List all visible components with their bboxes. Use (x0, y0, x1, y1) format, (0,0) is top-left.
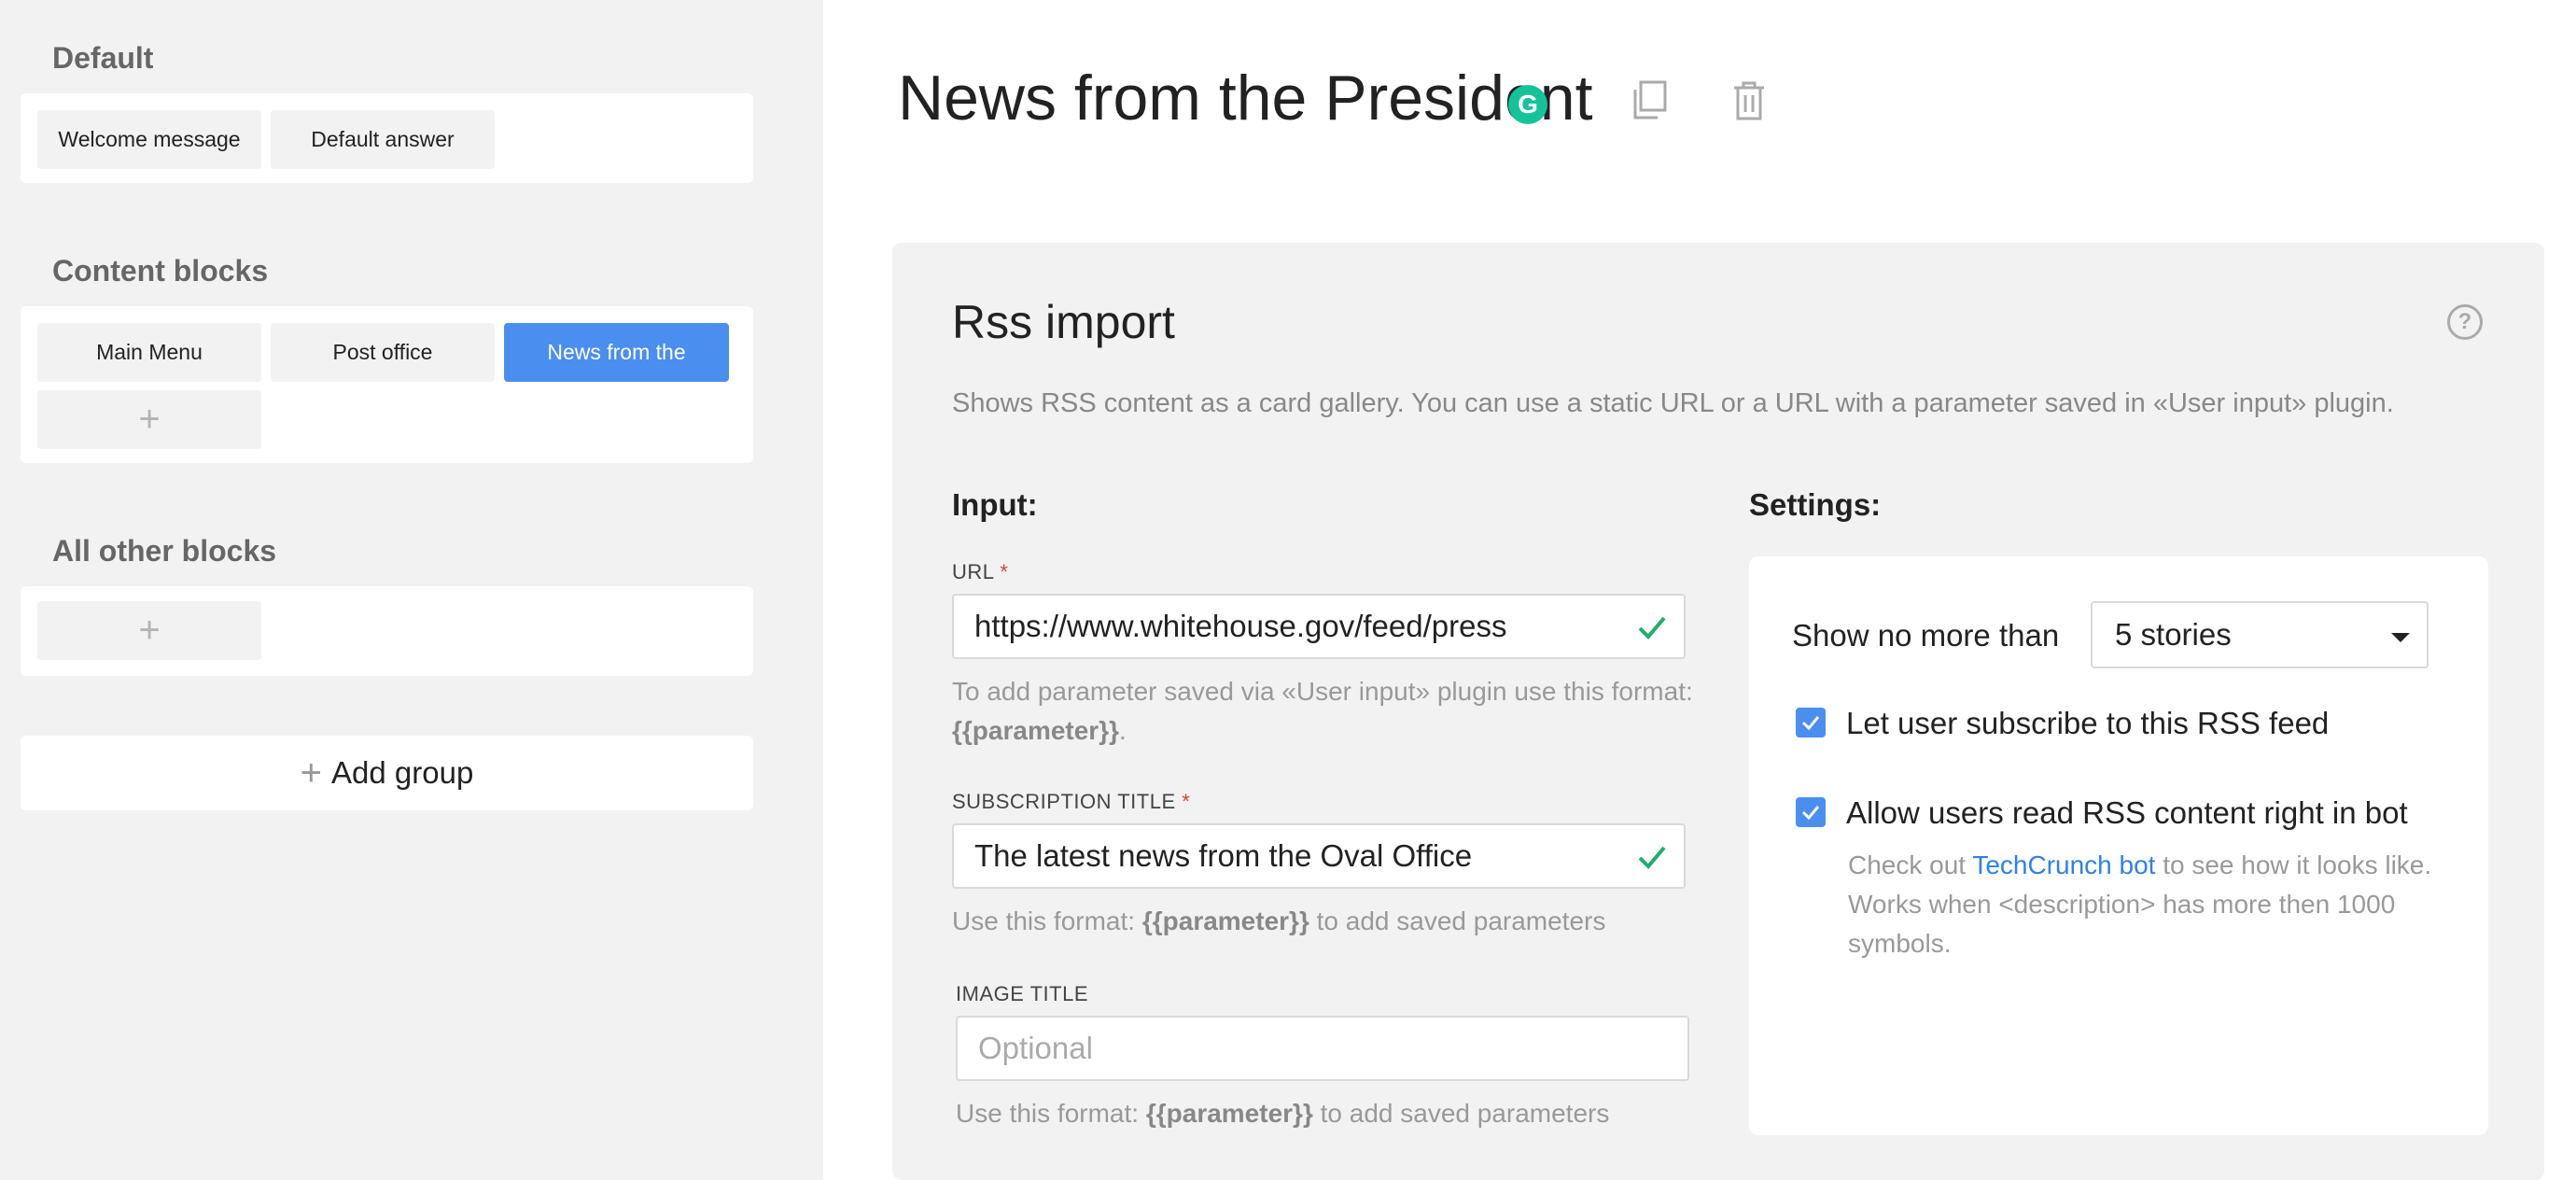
param-hint-prefix: Use this format: (952, 906, 1142, 935)
add-block-button[interactable]: + (37, 390, 261, 449)
subscribe-checkbox[interactable] (1796, 708, 1826, 738)
plus-icon: + (138, 399, 161, 440)
param-hint-suffix: to add saved parameters (1312, 1099, 1610, 1128)
techcrunch-bot-link[interactable]: TechCrunch bot (1972, 850, 2155, 879)
group-title-default: Default (52, 41, 154, 75)
param-hint-prefix: Use this format: (956, 1099, 1146, 1128)
parameter-token: {{parameter}} (952, 716, 1119, 745)
input-section-title: Input: (952, 487, 1038, 522)
image-title-field[interactable] (978, 1031, 1667, 1066)
url-hint-suffix: . (1119, 716, 1127, 745)
url-label: URL * (952, 560, 1008, 584)
subscribe-label: Let user subscribe to this RSS feed (1846, 706, 2330, 740)
group-box-content-blocks: Main Menu Post office News from the + (21, 306, 753, 463)
image-title-input[interactable] (956, 1016, 1689, 1081)
stories-count-select[interactable]: 5 stories (2091, 601, 2429, 668)
block-news-from-the[interactable]: News from the (504, 323, 729, 382)
url-label-text: URL (952, 560, 994, 583)
url-input[interactable]: https://www.whitehouse.gov/feed/press (952, 594, 1686, 659)
group-title-content-blocks: Content blocks (52, 254, 269, 288)
copy-icon[interactable] (1630, 78, 1671, 123)
show-no-more-than-label: Show no more than (1792, 618, 2060, 653)
page-title[interactable]: News from the President (898, 62, 1593, 134)
settings-box: Show no more than 5 stories Let user sub… (1749, 556, 2488, 1135)
help-icon[interactable]: ? (2447, 304, 2483, 340)
block-default-answer[interactable]: Default answer (271, 110, 495, 169)
plugin-description: Shows RSS content as a card gallery. You… (952, 388, 2394, 418)
subscription-title-value: The latest news from the Oval Office (974, 838, 1473, 873)
url-hint-prefix: To add parameter saved via «User input» … (952, 677, 1693, 706)
plugin-title: Rss import (952, 296, 1175, 348)
block-welcome-message[interactable]: Welcome message (37, 110, 261, 169)
image-title-hint: Use this format: {{parameter}} to add sa… (956, 1094, 1702, 1133)
check-icon (1638, 616, 1666, 639)
subscription-label-text: SUBSCRIPTION TITLE (952, 790, 1176, 813)
image-title-label: IMAGE TITLE (956, 982, 1089, 1005)
subscription-title-input[interactable]: The latest news from the Oval Office (952, 823, 1686, 889)
rss-import-card: Rss import ? Shows RSS content as a card… (892, 243, 2544, 1180)
grammarly-icon[interactable]: G (1508, 85, 1547, 124)
group-box-all-other-blocks: + (21, 586, 753, 676)
group-box-default: Welcome message Default answer (21, 93, 753, 183)
parameter-token: {{parameter}} (1145, 1099, 1313, 1128)
plus-icon: + (300, 752, 323, 794)
block-main-menu[interactable]: Main Menu (37, 323, 261, 382)
read-in-bot-checkbox[interactable] (1796, 797, 1826, 827)
sidebar: Default Welcome message Default answer C… (0, 0, 823, 1180)
add-group-label: Add group (331, 755, 474, 790)
required-mark: * (1182, 790, 1191, 813)
add-group-button[interactable]: + Add group (21, 736, 753, 810)
required-mark: * (1000, 560, 1009, 583)
url-input-value: https://www.whitehouse.gov/feed/press (974, 609, 1507, 643)
chevron-down-icon (2391, 633, 2410, 642)
plus-icon: + (138, 610, 161, 651)
stories-count-value: 5 stories (2115, 617, 2232, 652)
url-hint: To add parameter saved via «User input» … (952, 672, 1699, 751)
param-hint-suffix: to add saved parameters (1309, 906, 1606, 935)
check-icon (1801, 716, 1820, 731)
read-in-bot-label: Allow users read RSS content right in bo… (1846, 795, 2408, 830)
add-block-button[interactable]: + (37, 601, 261, 660)
parameter-token: {{parameter}} (1141, 906, 1309, 935)
read-in-bot-hint: Check out TechCrunch bot to see how it l… (1848, 846, 2445, 963)
settings-section-title: Settings: (1749, 487, 1882, 522)
check-icon (1801, 806, 1820, 821)
subscription-title-label: SUBSCRIPTION TITLE * (952, 790, 1190, 814)
read-hint-prefix: Check out (1848, 850, 1973, 879)
group-title-all-other-blocks: All other blocks (52, 534, 277, 568)
check-icon (1638, 846, 1666, 869)
block-post-office[interactable]: Post office (271, 323, 495, 382)
trash-icon[interactable] (1729, 78, 1770, 123)
subscription-hint: Use this format: {{parameter}} to add sa… (952, 902, 1699, 941)
